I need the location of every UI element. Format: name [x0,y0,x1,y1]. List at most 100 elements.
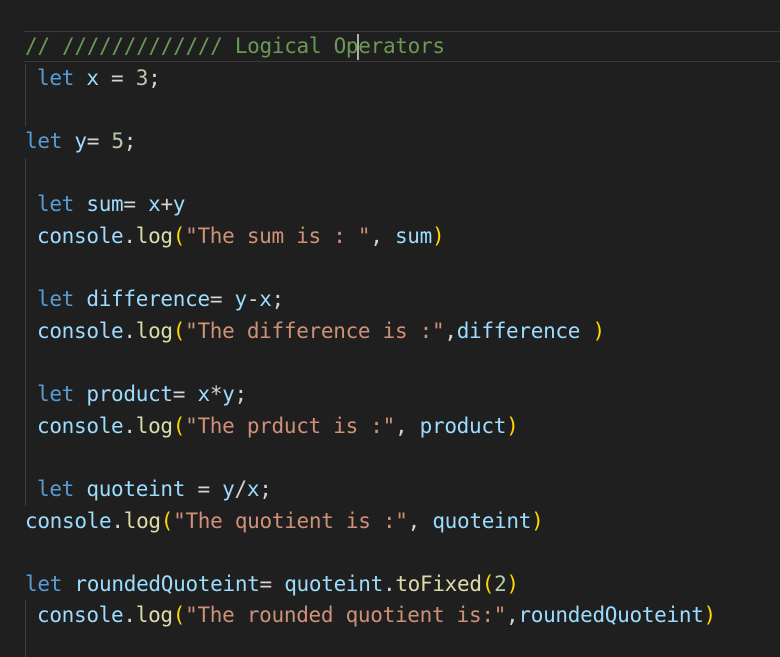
function-log: log [123,509,161,533]
paren-close: ) [592,319,605,343]
code-line-log-sum[interactable]: console.log("The sum is : ", sum) [37,221,445,253]
dot: . [123,414,136,438]
function-tofixed: toFixed [395,572,482,596]
paren-close: ) [506,414,519,438]
operator: = [259,572,285,596]
identifier-x: x [259,287,272,311]
identifier-rounded-quoteint: roundedQuoteint [74,572,260,596]
string-literal: "The quotient is :" [173,509,408,533]
string-literal: "The prduct is :" [185,414,395,438]
paren-close: ) [531,509,544,533]
keyword-let: let [25,572,63,596]
operator: + [160,192,173,216]
identifier-product: product [419,414,507,438]
keyword-let: let [37,192,75,216]
code-line-log-rounded[interactable]: console.log("The rounded quotient is:",r… [37,600,716,632]
keyword-let: let [37,477,75,501]
identifier-quoteint: quoteint [284,572,383,596]
dot: . [123,319,136,343]
function-log: log [135,603,173,627]
string-literal: "The rounded quotient is:" [185,603,507,627]
number-literal: 3 [135,66,149,90]
operator: = [209,287,235,311]
indent-guide [25,158,26,506]
operator: = [98,66,136,90]
identifier-difference: difference [86,287,210,311]
semicolon: ; [234,382,248,406]
number-literal: 2 [494,572,507,596]
code-line-let-x[interactable]: let x = 3; [37,63,161,95]
number-literal: 5 [111,129,124,153]
comma: , [394,414,420,438]
operator: * [209,382,223,406]
identifier-y: y [74,129,87,153]
code-line-let-product[interactable]: let product= x*y; [37,379,247,411]
dot: . [123,603,136,627]
comma: , [407,509,433,533]
identifier-product: product [86,382,173,406]
text-cursor [357,34,359,60]
identifier-x: x [246,477,260,501]
identifier-quoteint: quoteint [432,509,532,533]
paren-open: ( [172,414,186,438]
code-line-log-quotient[interactable]: console.log("The quotient is :", quotein… [25,506,544,538]
string-literal: "The sum is : " [185,224,371,248]
identifier-difference: difference [456,319,581,343]
code-line-let-sum[interactable]: let sum= x+y [37,189,185,221]
identifier-console: console [37,414,124,438]
identifier-console: console [37,224,124,248]
indent-guide [25,64,26,126]
code-line-comment[interactable]: // ///////////// Logical Operators [25,31,445,63]
paren-close: ) [703,603,717,627]
identifier-rounded-quoteint: roundedQuoteint [518,603,704,627]
function-log: log [135,319,173,343]
keyword-let: let [25,129,63,153]
indent-guide [25,600,26,657]
identifier-x: x [86,66,99,90]
paren-open: ( [172,319,186,343]
comma: , [506,603,519,627]
identifier-y: y [234,287,248,311]
code-editor[interactable]: // ///////////// Logical Operators let x… [0,0,780,657]
semicolon: ; [271,287,285,311]
dot: . [382,572,396,596]
comment-text: // ///////////// Logical Operators [25,34,445,58]
function-log: log [135,224,173,248]
operator: = [172,382,198,406]
identifier-quoteint: quoteint [86,477,186,501]
comma: , [370,224,395,248]
code-line-let-quoteint[interactable]: let quoteint = y/x; [37,474,272,506]
paren-open: ( [172,224,186,248]
paren-open: ( [160,509,174,533]
identifier-sum: sum [86,192,124,216]
identifier-y: y [222,477,235,501]
operator: = [86,129,112,153]
keyword-let: let [37,66,75,90]
keyword-let: let [37,287,75,311]
operator: / [234,477,248,501]
operator: - [246,287,260,311]
identifier-y: y [172,192,186,216]
operator: = [123,192,149,216]
paren-open: ( [172,603,186,627]
code-line-let-difference[interactable]: let difference= y-x; [37,284,284,316]
paren-close: ) [432,224,445,248]
dot: . [123,224,136,248]
identifier-console: console [25,509,112,533]
code-line-let-y[interactable]: let y= 5; [25,126,136,158]
operator: = [185,477,223,501]
code-line-let-rounded[interactable]: let roundedQuoteint= quoteint.toFixed(2) [25,569,519,601]
dot: . [111,509,124,533]
code-line-log-difference[interactable]: console.log("The difference is :",differ… [37,316,605,348]
identifier-sum: sum [394,224,432,248]
identifier-x: x [197,382,210,406]
paren-close: ) [506,572,519,596]
semicolon: ; [148,66,161,90]
comma: , [444,319,457,343]
function-log: log [135,414,173,438]
code-line-log-product[interactable]: console.log("The prduct is :", product) [37,411,519,443]
identifier-y: y [222,382,235,406]
paren-open: ( [481,572,495,596]
string-literal: "The difference is :" [185,319,445,343]
